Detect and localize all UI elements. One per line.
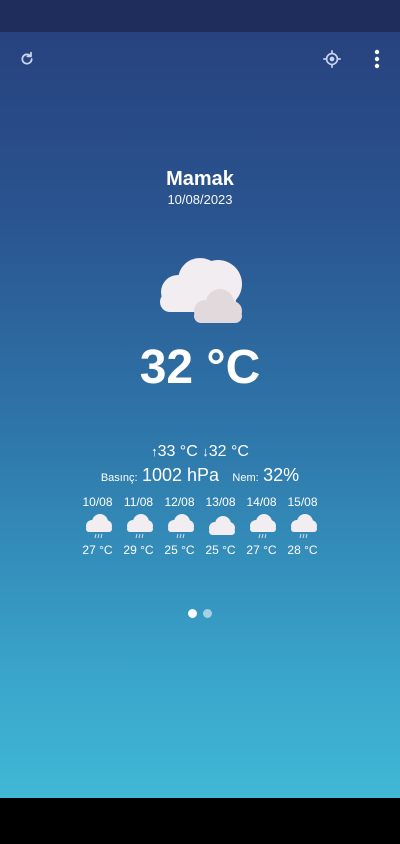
forecast-temperature: 28 °C	[287, 543, 318, 557]
forecast-temperature: 27 °C	[246, 543, 277, 557]
forecast-date: 15/08	[287, 495, 318, 509]
cloudy-icon	[160, 258, 242, 323]
rain-cloud-icon	[249, 514, 276, 539]
pressure-label: Basınç:	[100, 472, 138, 484]
forecast-date: 11/08	[123, 495, 154, 509]
forecast-temperature: 27 °C	[82, 543, 113, 557]
high-temperature: 33 °C	[157, 443, 198, 460]
page-indicator	[0, 609, 400, 618]
forecast-date: 13/08	[205, 495, 236, 509]
forecast-day: 15/08 28 °C	[282, 494, 323, 564]
forecast-day: 14/08 27 °C	[241, 494, 282, 564]
locate-button[interactable]	[320, 47, 344, 71]
system-navigation-bar	[0, 798, 400, 844]
forecast-date: 14/08	[246, 495, 277, 509]
forecast-temperature: 25 °C	[205, 543, 236, 557]
refresh-icon	[21, 51, 33, 65]
cloud-icon	[208, 516, 235, 535]
pressure-value: 1002 hPa	[141, 465, 220, 485]
forecast-date: 10/08	[82, 495, 113, 509]
page-dot[interactable]	[203, 609, 212, 618]
forecast-day: 12/08 25 °C	[159, 494, 200, 564]
rain-cloud-icon	[290, 514, 317, 539]
overflow-menu-button[interactable]	[365, 47, 389, 71]
daily-forecast: 10/08 27 °C 11/08 29 °C 12/08 25 °C 13/0…	[77, 494, 323, 564]
forecast-day: 13/08 25 °C	[200, 494, 241, 564]
forecast-date: 12/08	[164, 495, 195, 509]
forecast-day: 11/08 29 °C	[118, 494, 159, 564]
page-dot-active[interactable]	[188, 609, 197, 618]
more-vertical-icon	[374, 49, 380, 69]
refresh-button[interactable]	[15, 47, 39, 71]
rain-cloud-icon	[85, 514, 112, 539]
humidity-value: 32%	[263, 465, 300, 485]
gps-locate-icon	[323, 50, 341, 68]
current-date: 10/08/2023	[167, 192, 233, 207]
humidity-label: Nem:	[232, 472, 259, 484]
rain-cloud-icon	[126, 514, 153, 539]
forecast-day: 10/08 27 °C	[77, 494, 118, 564]
min-max-temperatures: ↑33 °C ↓32 °C	[0, 443, 400, 461]
pressure-humidity-row: Basınç: 1002 hPa Nem: 32%	[0, 465, 400, 486]
phone-screen: Mamak 10/08/2023 32 °C ↑33 °C ↓32 °C Bas…	[0, 0, 400, 844]
forecast-temperature: 29 °C	[123, 543, 154, 557]
rain-cloud-icon	[167, 514, 194, 539]
weather-app: Mamak 10/08/2023 32 °C ↑33 °C ↓32 °C Bas…	[0, 32, 400, 798]
city-name: Mamak	[166, 168, 234, 190]
current-temperature: 32 °C	[139, 341, 261, 394]
forecast-temperature: 25 °C	[164, 543, 195, 557]
status-bar	[0, 0, 400, 32]
low-temperature: 32 °C	[208, 443, 249, 460]
